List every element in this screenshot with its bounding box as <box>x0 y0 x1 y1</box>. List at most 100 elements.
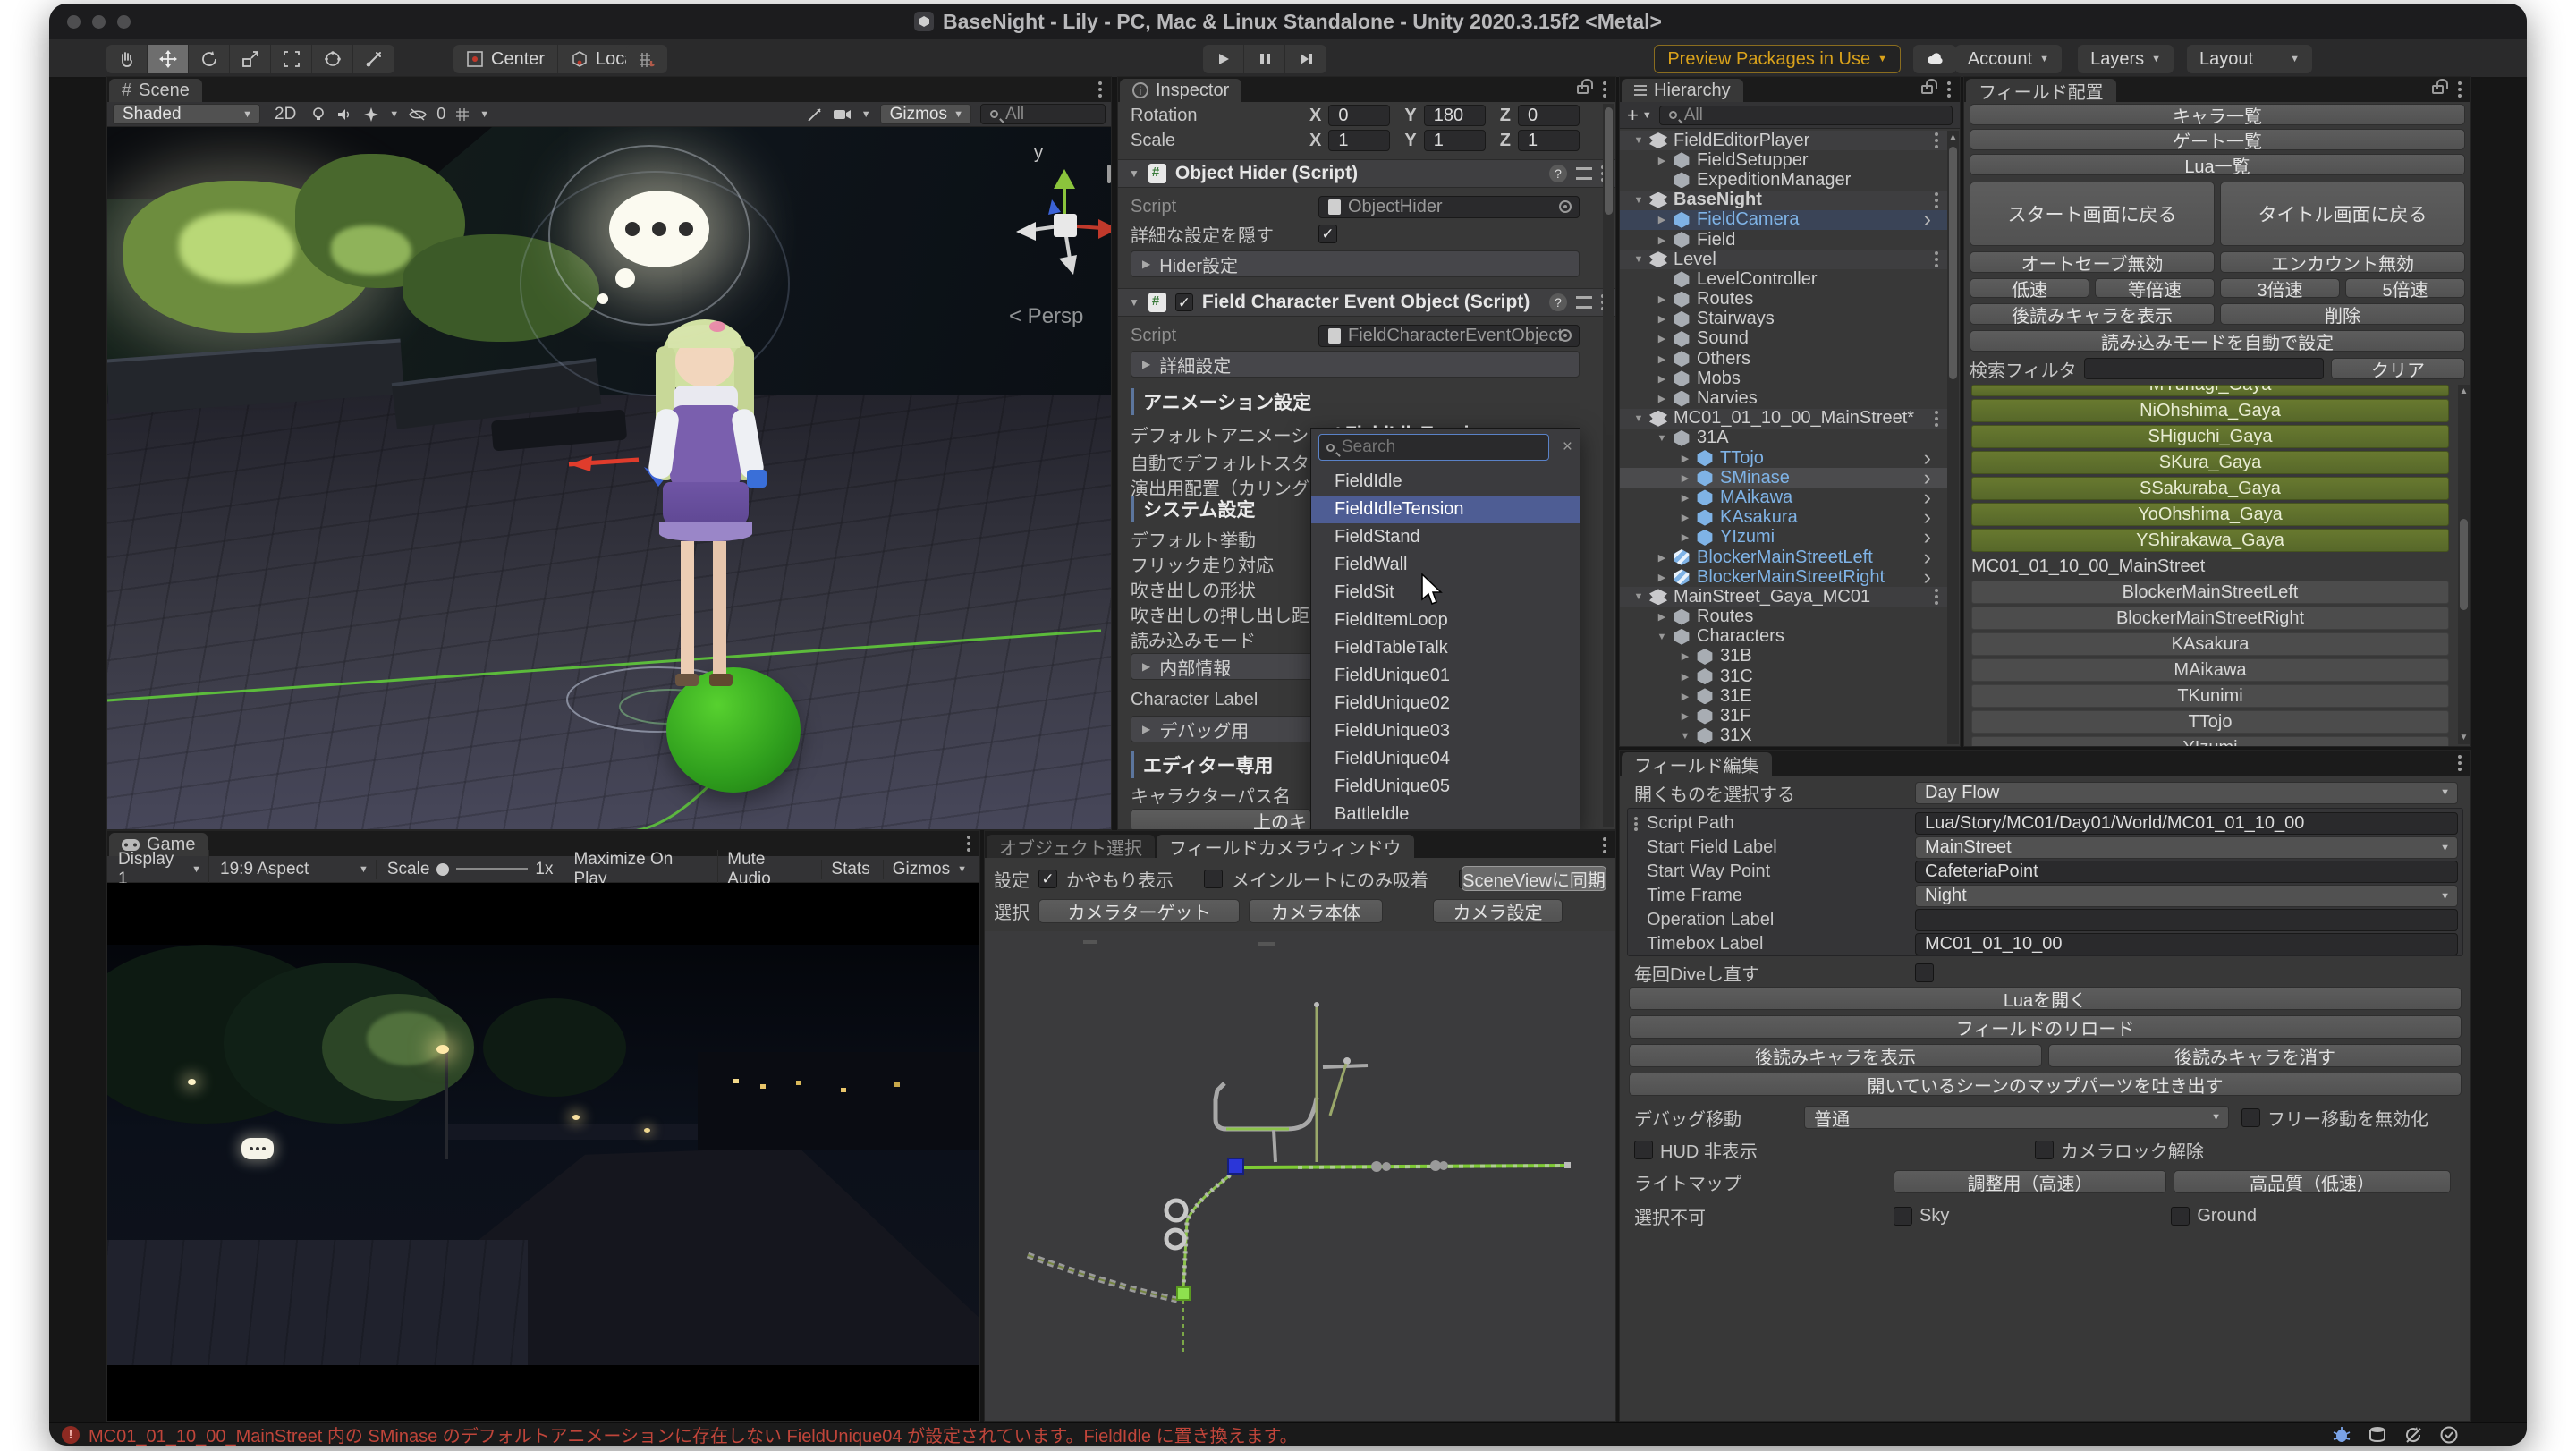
disable-free-move-checkbox[interactable] <box>2241 1108 2260 1127</box>
compile-status-icon[interactable] <box>2439 1425 2459 1445</box>
sky-checkbox[interactable] <box>1894 1207 1912 1226</box>
ground-checkbox[interactable] <box>2171 1207 2190 1226</box>
scene-effects-icon[interactable] <box>362 106 380 123</box>
perspective-label[interactable]: < Persp <box>1009 304 1083 329</box>
hierarchy-menu-kebab-icon[interactable] <box>1947 88 1951 91</box>
inspector-scrollbar[interactable] <box>1603 104 1614 827</box>
scene-kebab-icon[interactable] <box>1935 417 1938 420</box>
hierarchy-search[interactable] <box>1659 106 1953 125</box>
hierarchy-row[interactable]: ▶ KAsakura › <box>1620 508 1947 528</box>
presets-icon[interactable] <box>1576 296 1592 309</box>
scene-lighting-icon[interactable] <box>310 106 326 123</box>
inspector-menu-kebab-icon[interactable] <box>1603 88 1606 91</box>
hierarchy-row[interactable]: ▶ 31F <box>1620 706 1947 726</box>
speed-button[interactable]: 3倍速 <box>2220 278 2340 298</box>
sync-sceneview-button[interactable]: SceneViewに同期 <box>1462 866 1606 891</box>
field-value[interactable] <box>1915 909 2458 931</box>
grid-snap-icon[interactable] <box>626 45 667 73</box>
fold-arrow-icon[interactable]: ▶ <box>1652 393 1672 404</box>
shading-mode-dropdown[interactable]: Shaded <box>113 104 260 124</box>
hierarchy-row[interactable]: ExpeditionManager <box>1620 170 1947 190</box>
hierarchy-search-input[interactable] <box>1684 106 1943 125</box>
hierarchy-row[interactable]: ▶ Stairways <box>1620 310 1947 329</box>
mid-button[interactable]: 後読みキャラを表示 <box>1970 303 2215 325</box>
scene-gizmos-dropdown[interactable]: Gizmos <box>880 104 971 124</box>
placement-item-active[interactable]: SHiguchi_Gaya <box>1971 425 2449 448</box>
field-value[interactable]: Lua/Story/MC01/Day01/World/MC01_01_10_00 <box>1915 812 2458 835</box>
play-button[interactable] <box>1203 45 1244 73</box>
hierarchy-row[interactable]: ▶ BlockerMainStreetRight › <box>1620 567 1947 587</box>
hierarchy-row[interactable]: ▶ Field <box>1620 230 1947 250</box>
object-picker-icon[interactable] <box>1559 329 1572 342</box>
scene-audio-icon[interactable] <box>335 106 353 123</box>
placement-item[interactable]: BlockerMainStreetLeft <box>1971 581 2449 604</box>
placement-item-active[interactable]: NiOhshima_Gaya <box>1971 399 2449 422</box>
hidden-objects-icon[interactable] <box>408 107 428 122</box>
hierarchy-row[interactable]: ▶ 31E <box>1620 686 1947 706</box>
dropdown-item[interactable]: FieldIdleTension <box>1311 496 1580 523</box>
lightmap-quality-button[interactable]: 高品質（低速） <box>2174 1170 2451 1193</box>
drag-handle-icon[interactable] <box>1634 822 1638 826</box>
game-viewport[interactable] <box>107 883 979 1421</box>
toggle-button[interactable]: エンカウント無効 <box>2220 251 2465 273</box>
rotate-tool-icon[interactable] <box>189 45 230 73</box>
placement-item-active[interactable]: SSakuraba_Gaya <box>1971 477 2449 500</box>
fold-arrow-icon[interactable]: ▼ <box>1629 135 1648 146</box>
placement-item-active[interactable]: YoOhshima_Gaya <box>1971 503 2449 526</box>
screen-return-button[interactable]: スタート画面に戻る <box>1970 182 2215 246</box>
placement-item-active[interactable]: SKura_Gaya <box>1971 451 2449 474</box>
tab-field-edit[interactable]: フィールド編集 <box>1622 752 1772 776</box>
fold-arrow-icon[interactable]: ▶ <box>1652 333 1672 344</box>
open-lua-button[interactable]: Luaを開く <box>1629 987 2462 1010</box>
detail-settings-foldout[interactable]: ▶詳細設定 <box>1131 351 1580 378</box>
scale-slider[interactable]: Scale 1x <box>380 860 561 879</box>
hud-hide-checkbox[interactable] <box>1634 1141 1653 1159</box>
component-enabled-checkbox[interactable]: ✓ <box>1175 293 1193 311</box>
scale-x-field[interactable]: 1 <box>1328 130 1390 151</box>
error-message[interactable]: MC01_01_10_00_MainStreet 内の SMinase のデフォ… <box>89 1421 1298 1446</box>
grid-visibility-icon[interactable] <box>454 106 470 123</box>
cloud-button[interactable] <box>1913 45 1956 73</box>
hider-settings-foldout[interactable]: ▶Hider設定 <box>1131 250 1580 277</box>
fceo-header[interactable]: ▼ ✓ Field Character Event Object (Script… <box>1118 288 1615 317</box>
hierarchy-row[interactable]: ▶ Others <box>1620 349 1947 369</box>
field-edit-kebab-icon[interactable] <box>2458 761 2462 765</box>
rotation-y-field[interactable]: 180 <box>1424 105 1486 126</box>
dropdown-item[interactable]: FieldUnique05 <box>1311 773 1580 801</box>
hierarchy-scrollbar[interactable]: ▲ <box>1947 131 1959 744</box>
speed-button[interactable]: 低速 <box>1970 278 2089 298</box>
title-bar[interactable]: BaseNight - Lily - PC, Mac & Linux Stand… <box>49 4 2527 39</box>
fold-arrow-icon[interactable]: ▶ <box>1675 671 1695 683</box>
scene-tools-icon[interactable] <box>806 106 824 123</box>
fold-arrow-icon[interactable]: ▶ <box>1675 531 1695 543</box>
pause-button[interactable] <box>1244 45 1285 73</box>
hide-settings-checkbox[interactable]: ✓ <box>1318 225 1337 243</box>
fold-arrow-icon[interactable]: ▼ <box>1675 731 1695 742</box>
object-hider-header[interactable]: ▼ Object Hider (Script) ? <box>1118 159 1615 188</box>
field-value[interactable]: MC01_01_10_00 <box>1915 933 2458 955</box>
hierarchy-row[interactable]: ▶ TTojo › <box>1620 448 1947 468</box>
camera-target-button[interactable]: カメラターゲット <box>1038 899 1240 923</box>
script-object-field[interactable]: FieldCharacterEventObject <box>1318 325 1580 347</box>
scene-search[interactable] <box>980 104 1106 124</box>
layout-dropdown[interactable]: Layout▼ <box>2187 45 2312 73</box>
popup-search[interactable] <box>1318 434 1549 461</box>
camera-dropdown-arrow-icon[interactable]: ▼ <box>861 109 871 120</box>
placement-item[interactable]: BlockerMainStreetRight <box>1971 607 2449 630</box>
toggle-button[interactable]: オートセーブ無効 <box>1970 251 2215 273</box>
hide-late-chars-button[interactable]: 後読みキャラを消す <box>2048 1044 2462 1067</box>
hierarchy-row[interactable]: ▼ FieldEditorPlayer <box>1620 131 1947 150</box>
placement-item[interactable]: KAsakura <box>1971 632 2449 656</box>
character-label-row[interactable]: Character Label <box>1131 690 1258 710</box>
orientation-gizmo[interactable] <box>1002 158 1111 310</box>
fold-arrow-icon[interactable]: ▶ <box>1652 155 1672 166</box>
tab-hierarchy[interactable]: Hierarchy <box>1622 79 1743 102</box>
speed-button[interactable]: 等倍速 <box>2095 278 2215 298</box>
gizmo-lock-icon[interactable] <box>1107 166 1111 182</box>
account-dropdown[interactable]: Account▼ <box>1955 45 2062 73</box>
foldout-arrow-icon[interactable]: ▼ <box>1129 167 1140 180</box>
hierarchy-row[interactable]: ▶ FieldSetupper <box>1620 150 1947 170</box>
help-icon[interactable]: ? <box>1549 165 1567 182</box>
placement-item[interactable]: YIzumi <box>1971 736 2449 746</box>
auto-load-mode-button[interactable]: 読み込みモードを自動で設定 <box>1970 330 2465 352</box>
